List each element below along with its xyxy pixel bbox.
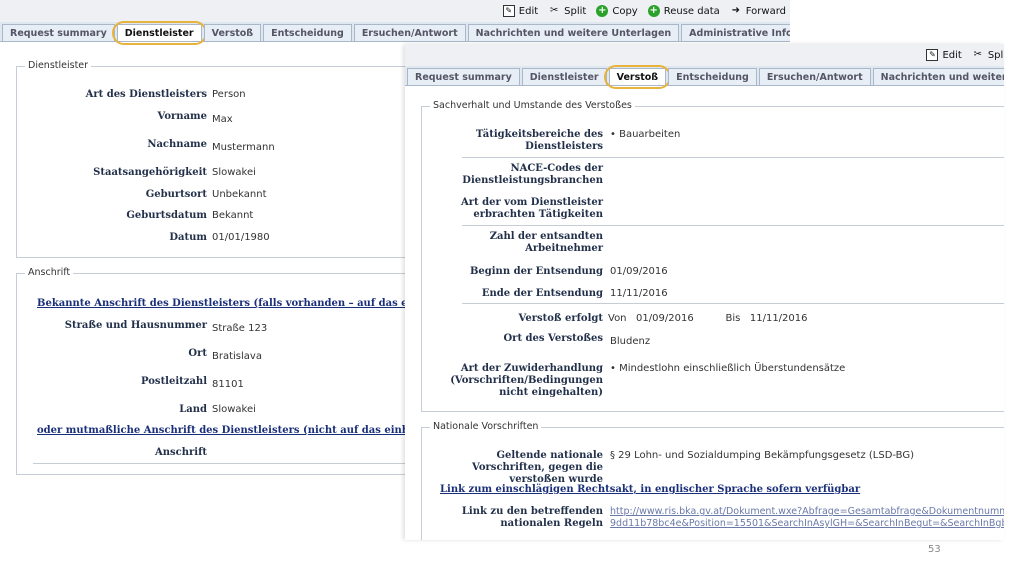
tab-verstoss[interactable]: Verstoß bbox=[203, 24, 262, 41]
last-name-value: Mustermann bbox=[212, 142, 275, 153]
first-name-label: Vorname bbox=[157, 111, 207, 122]
provider-panel: Dienstleister Art des Dienstleisters Per… bbox=[16, 60, 416, 258]
alt-address-label: Anschrift bbox=[154, 447, 207, 458]
city-value: Bratislava bbox=[212, 351, 262, 362]
nace-codes-label: NACE-Codes der Dienstleistungsbranchen bbox=[462, 163, 603, 186]
split-button[interactable]: ✂Split bbox=[972, 49, 1004, 61]
infringement-period-value: Von 01/09/2016 Bis 11/11/2016 bbox=[608, 313, 808, 324]
street-label: Straße und Hausnummer bbox=[64, 320, 207, 331]
divider bbox=[462, 225, 1004, 226]
page-number: 53 bbox=[928, 544, 941, 555]
forward-button[interactable]: ➜ Forward bbox=[730, 5, 786, 17]
country-label: Land bbox=[179, 404, 207, 415]
tab-dienstleister[interactable]: Dienstleister bbox=[111, 21, 207, 45]
national-rules-legend: Nationale Vorschriften bbox=[430, 421, 542, 432]
scissors-icon: ✂ bbox=[973, 49, 982, 60]
divider bbox=[462, 157, 1004, 158]
posting-start-value: 01/09/2016 bbox=[610, 266, 668, 277]
infringement-place-value: Bludenz bbox=[610, 336, 651, 347]
divider bbox=[462, 303, 1004, 304]
legal-act-link[interactable]: Link zum einschlägigen Rechtsakt, in eng… bbox=[440, 484, 860, 495]
tab-administrative-informationen[interactable]: Administrative Informationen bbox=[681, 24, 790, 41]
posting-start-label: Beginn der Entsendung bbox=[469, 266, 603, 277]
birthdate-label: Geburtsdatum bbox=[126, 210, 207, 221]
street-value: Straße 123 bbox=[212, 323, 268, 334]
rules-url-line1[interactable]: http://www.ris.bka.gv.at/Dokument.wxe?Ab… bbox=[610, 506, 1004, 518]
nationality-label: Staatsangehörigkeit bbox=[93, 167, 207, 178]
country-value: Slowakei bbox=[212, 404, 256, 415]
posting-end-value: 11/11/2016 bbox=[610, 288, 668, 299]
activity-areas-value: • Bauarbeiten bbox=[610, 129, 681, 140]
tab-bar: Request summary Dienstleister Verstoß En… bbox=[405, 65, 1004, 89]
national-rules-panel: Nationale Vorschriften Geltende national… bbox=[421, 421, 1004, 540]
facts-legend: Sachverhalt und Umstande des Verstoßes bbox=[430, 100, 635, 111]
tab-nachrichten[interactable]: Nachrichten und weitere Unterlagen bbox=[467, 24, 680, 41]
edit-button[interactable]: ✎ Edit bbox=[926, 49, 962, 61]
posting-end-label: Ende der Entsendung bbox=[481, 288, 603, 299]
infringement-type-value: • Mindestlohn einschließlich Überstunden… bbox=[610, 363, 846, 374]
birthplace-value: Unbekannt bbox=[212, 189, 267, 200]
infringement-period-label: Verstoß erfolgt bbox=[518, 313, 603, 324]
tab-nachrichten[interactable]: Nachrichten und weitere Unterlagen bbox=[872, 68, 1004, 85]
date-label: Datum bbox=[169, 232, 207, 243]
tab-dienstleister[interactable]: Dienstleister bbox=[521, 68, 607, 85]
provider-legend: Dienstleister bbox=[25, 60, 92, 71]
edit-icon: ✎ bbox=[926, 49, 939, 61]
infringement-window: ✎Edit ✂Split Request summary Dienstleist… bbox=[405, 44, 1004, 540]
reuse-data-button[interactable]: + Reuse data bbox=[647, 5, 720, 17]
divider bbox=[33, 463, 416, 464]
known-address-link[interactable]: Bekannte Anschrift des Dienstleisters (f… bbox=[37, 298, 462, 309]
address-panel: Anschrift Bekannte Anschrift des Dienstl… bbox=[16, 267, 462, 475]
last-name-label: Nachname bbox=[147, 139, 207, 150]
arrow-right-icon: ➜ bbox=[731, 5, 740, 16]
tab-ersuchen-antwort[interactable]: Ersuchen/Antwort bbox=[758, 68, 871, 85]
activity-areas-label: Tätigkeitsbereiche des Dienstleisters bbox=[475, 129, 603, 152]
infringement-type-label: Art der Zuwiderhandlung (Vorschriften/Be… bbox=[450, 363, 603, 398]
provider-type-label: Art des Dienstleisters bbox=[85, 89, 207, 100]
first-name-value: Max bbox=[212, 114, 233, 125]
edit-icon: ✎ bbox=[502, 5, 515, 17]
provider-type-value: Person bbox=[212, 89, 246, 100]
applicable-rules-label: Geltende nationale Vorschriften, gegen d… bbox=[472, 450, 603, 485]
address-legend: Anschrift bbox=[25, 267, 74, 278]
tab-verstoss[interactable]: Verstoß bbox=[603, 65, 671, 89]
edit-button[interactable]: ✎ Edit bbox=[502, 5, 538, 17]
tab-bar: Request summary Dienstleister Verstoß En… bbox=[0, 21, 790, 45]
tab-request-summary[interactable]: Request summary bbox=[2, 24, 115, 41]
presumed-address-link[interactable]: oder mutmaßliche Anschrift des Dienstlei… bbox=[37, 425, 462, 436]
scissors-icon: ✂ bbox=[549, 5, 559, 16]
date-value: 01/01/1980 bbox=[212, 232, 270, 243]
tab-entscheidung[interactable]: Entscheidung bbox=[263, 24, 352, 41]
tab-ersuchen-antwort[interactable]: Ersuchen/Antwort bbox=[353, 24, 466, 41]
rules-url-line2[interactable]: 9dd11b78bc4e&Position=15501&SearchInAsyl… bbox=[610, 518, 1004, 530]
infringement-place-label: Ort des Verstoßes bbox=[503, 333, 603, 344]
facts-panel: Sachverhalt und Umstande des Verstoßes T… bbox=[421, 100, 1004, 412]
tab-request-summary[interactable]: Request summary bbox=[407, 68, 520, 85]
applicable-rules-value: § 29 Lohn- und Sozialdumping Bekämpfungs… bbox=[610, 450, 914, 461]
postcode-label: Postleitzahl bbox=[141, 376, 207, 387]
nationality-value: Slowakei bbox=[212, 167, 256, 178]
workers-count-label: Zahl der entsandten Arbeitnehmer bbox=[489, 231, 603, 254]
birthdate-value: Bekannt bbox=[212, 210, 254, 221]
toolbar: ✎Edit ✂Split bbox=[405, 44, 1004, 66]
tab-entscheidung[interactable]: Entscheidung bbox=[668, 68, 757, 85]
city-label: Ort bbox=[188, 348, 207, 359]
split-button[interactable]: ✂Split bbox=[548, 5, 586, 17]
activity-type-label: Art der vom Dienstleister erbrachten Tät… bbox=[461, 197, 603, 220]
birthplace-label: Geburtsort bbox=[145, 189, 207, 200]
plus-icon: + bbox=[596, 5, 609, 17]
rules-link-label: Link zu den betreffenden nationalen Rege… bbox=[461, 506, 603, 529]
copy-button[interactable]: + Copy bbox=[596, 5, 638, 17]
toolbar: ✎ Edit ✂ Split + Copy + Reuse data ➜ Forward bbox=[0, 0, 790, 22]
postcode-value: 81101 bbox=[212, 379, 244, 390]
plus-icon: + bbox=[647, 5, 660, 17]
